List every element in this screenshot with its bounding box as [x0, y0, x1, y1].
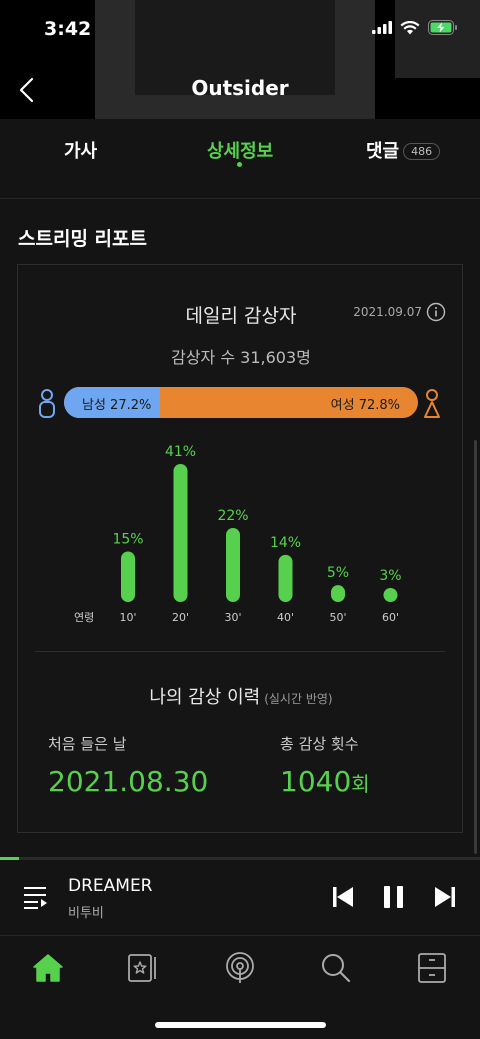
age-bar-value-label: 3% — [379, 568, 401, 584]
status-icons — [372, 20, 458, 35]
history-title-text: 나의 감상 이력 — [149, 687, 261, 708]
divider — [35, 651, 445, 652]
listener-count: 감상자 수 31,603명 — [171, 348, 311, 367]
song-artist[interactable]: 비투비 — [68, 902, 104, 921]
pause-icon[interactable] — [381, 884, 407, 910]
age-bar — [226, 527, 240, 602]
age-category-label: 10' — [119, 611, 136, 624]
age-category-label: 60' — [382, 611, 399, 624]
info-icon[interactable] — [426, 302, 446, 322]
age-bar-value-label: 14% — [270, 535, 301, 551]
signal-icon — [372, 21, 392, 34]
age-category-label: 20' — [172, 611, 189, 624]
age-distribution-chart: 15% 10' 41% 20' 22% 30' 14% 40' 5% 50' 3% 60' — [112, 444, 401, 624]
library-star-icon — [128, 954, 156, 982]
comment-count-badge: 486 — [403, 143, 441, 160]
tab-comments[interactable]: 댓글 486 — [366, 137, 441, 163]
age-bar — [383, 588, 398, 602]
total-plays-value: 1040회 — [280, 765, 370, 798]
mini-player[interactable]: DREAMER 비투비 — [0, 860, 480, 936]
podcast-icon — [226, 952, 254, 983]
report-date: 2021.09.07 — [353, 305, 422, 319]
header: 3:42 Outsider — [0, 0, 480, 119]
total-plays-label: 총 감상 횟수 — [280, 735, 359, 753]
tab-home[interactable] — [24, 946, 72, 990]
tab-details[interactable]: 상세정보 — [207, 137, 273, 163]
age-bar — [121, 551, 135, 602]
first-listen-label: 처음 들은 날 — [48, 735, 127, 753]
age-category-label: 30' — [224, 611, 241, 624]
age-bar — [331, 585, 345, 602]
tab-podcast[interactable] — [216, 946, 264, 990]
tab-lyrics-label: 가사 — [64, 141, 98, 162]
playlist-icon[interactable] — [23, 884, 49, 910]
listening-history-title: 나의 감상 이력 (실시간 반영) — [18, 683, 464, 709]
status-bar: 3:42 — [0, 0, 480, 60]
tab-comments-label: 댓글 — [366, 141, 400, 162]
tab-lyrics[interactable]: 가사 — [64, 137, 97, 163]
age-bar — [173, 464, 188, 602]
age-bar-value-label: 15% — [112, 532, 143, 548]
age-category-label: 50' — [329, 611, 346, 624]
scrollbar[interactable] — [474, 440, 477, 854]
age-bar-value-label: 41% — [165, 444, 196, 460]
total-plays-unit: 회 — [351, 772, 370, 796]
home-icon — [33, 954, 63, 982]
total-plays-number: 1040 — [280, 765, 352, 798]
age-bar — [278, 554, 293, 602]
wifi-icon — [400, 20, 420, 34]
tab-search[interactable] — [312, 946, 360, 990]
section-title: 스트리밍 리포트 — [18, 228, 147, 250]
home-indicator[interactable] — [155, 1022, 326, 1028]
gender-ratio-bar: 남성 27.2% 여성 72.8% — [64, 387, 418, 418]
tab-library[interactable] — [120, 946, 168, 990]
next-track-icon[interactable] — [433, 884, 457, 910]
first-listen-value: 2021.08.30 — [48, 765, 209, 798]
page-title: Outsider — [191, 76, 289, 100]
previous-track-icon[interactable] — [331, 884, 355, 910]
male-icon — [39, 389, 55, 418]
tab-bar: 가사 상세정보 댓글 486 — [0, 119, 480, 199]
female-icon — [424, 389, 440, 418]
active-tab-indicator — [237, 162, 242, 167]
status-time: 3:42 — [44, 18, 92, 40]
age-axis-label: 연령 — [74, 611, 95, 624]
age-category-label: 40' — [277, 611, 294, 624]
battery-charging-icon — [428, 20, 457, 35]
song-title[interactable]: DREAMER — [68, 876, 153, 896]
female-ratio-label: 여성 72.8% — [330, 398, 400, 413]
drawer-icon — [418, 953, 446, 983]
male-ratio-label: 남성 27.2% — [82, 398, 152, 413]
search-icon — [322, 954, 351, 983]
tab-drawer[interactable] — [408, 946, 456, 990]
age-bar-value-label: 22% — [217, 508, 248, 524]
tab-details-label: 상세정보 — [207, 141, 274, 162]
history-subtitle: (실시간 반영) — [264, 692, 333, 706]
age-bar-value-label: 5% — [327, 565, 349, 581]
streaming-report-card: 데일리 감상자 2021.09.07 감상자 수 31,603명 남성 27.2… — [17, 264, 463, 833]
